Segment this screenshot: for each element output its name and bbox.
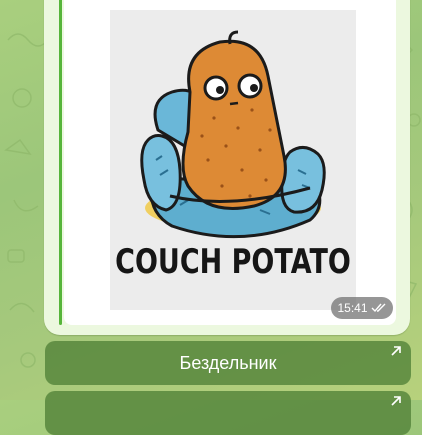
- inline-button-label: Бездельник: [179, 352, 277, 373]
- quote-accent-bar: [59, 0, 62, 325]
- message-meta: 15:41: [331, 297, 393, 319]
- poster-caption: COUCH POTATO: [115, 243, 351, 282]
- inline-button-bezdelnik[interactable]: Бездельник: [45, 341, 411, 385]
- message-time: 15:41: [337, 301, 368, 315]
- double-check-icon: [371, 303, 386, 313]
- open-link-arrow-icon: [391, 346, 401, 356]
- open-link-arrow-icon: [391, 396, 401, 406]
- couch-potato-poster[interactable]: COUCH POTATO: [110, 10, 356, 310]
- inline-button-second[interactable]: [45, 391, 411, 435]
